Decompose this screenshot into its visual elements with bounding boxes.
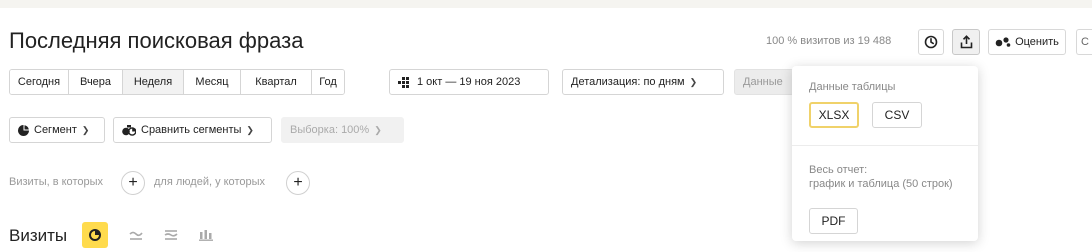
page-title: Последняя поисковая фраза	[9, 28, 304, 53]
sample-label: Выборка: 100%	[290, 124, 370, 136]
full-report-title: Весь отчет:	[809, 164, 868, 176]
chevron-down-icon: ❯	[374, 124, 382, 135]
period-year[interactable]: Год	[311, 70, 344, 94]
export-popup: Данные таблицы XLSX CSV Весь отчет: граф…	[792, 66, 978, 241]
rate-button[interactable]: Оценить	[988, 29, 1066, 55]
plus-icon: +	[128, 174, 138, 191]
compare-icon	[122, 124, 136, 136]
data-button-label: Данные	[743, 76, 783, 88]
view-line-button[interactable]	[123, 222, 149, 248]
period-week[interactable]: Неделя	[122, 70, 183, 94]
top-strip	[0, 0, 1092, 8]
segment-icon	[18, 124, 29, 136]
export-xlsx-button[interactable]: XLSX	[809, 102, 859, 128]
add-people-condition-button[interactable]: +	[286, 171, 310, 195]
period-month[interactable]: Месяц	[183, 70, 240, 94]
date-range-label: 1 окт — 19 ноя 2023	[417, 76, 521, 88]
detail-dropdown[interactable]: Детализация: по дням ❯	[562, 69, 724, 95]
period-selector: Сегодня Вчера Неделя Месяц Квартал Год	[9, 69, 345, 95]
line-chart-icon	[129, 231, 143, 240]
plus-icon: +	[293, 174, 303, 191]
period-quarter[interactable]: Квартал	[240, 70, 311, 94]
export-button[interactable]	[952, 29, 980, 55]
clock-icon	[924, 35, 938, 49]
report-page: Последняя поисковая фраза 100 % визитов …	[0, 0, 1092, 252]
table-data-title: Данные таблицы	[809, 81, 896, 93]
more-toolbar-button[interactable]: С	[1076, 29, 1092, 55]
data-button[interactable]: Данные	[734, 69, 794, 95]
compare-label: Сравнить сегменты	[141, 124, 242, 136]
view-area-button[interactable]	[158, 222, 184, 248]
bar-chart-icon	[199, 230, 213, 241]
people-filter-label: для людей, у которых	[154, 176, 265, 188]
view-bar-button[interactable]	[193, 222, 219, 248]
more-toolbar-label: С	[1081, 36, 1089, 48]
period-yesterday[interactable]: Вчера	[68, 70, 122, 94]
detail-label: Детализация: по дням	[571, 76, 685, 88]
date-range-button[interactable]: 1 окт — 19 ноя 2023	[389, 69, 549, 95]
view-pie-button[interactable]	[82, 222, 108, 248]
rate-label: Оценить	[1015, 36, 1059, 48]
export-csv-button[interactable]: CSV	[872, 102, 922, 128]
sample-dropdown[interactable]: Выборка: 100% ❯	[281, 117, 404, 143]
chevron-down-icon: ❯	[246, 124, 254, 135]
visits-heading: Визиты	[9, 226, 68, 245]
export-pdf-button[interactable]: PDF	[809, 208, 858, 234]
rate-icon	[995, 37, 1011, 47]
full-report-subtitle: график и таблица (50 строк)	[809, 178, 953, 190]
segment-dropdown[interactable]: Сегмент ❯	[9, 117, 105, 143]
pie-chart-icon	[89, 229, 101, 241]
area-chart-icon	[164, 230, 178, 240]
chevron-down-icon: ❯	[689, 76, 698, 87]
visits-filter-label: Визиты, в которых	[9, 176, 103, 188]
chevron-down-icon: ❯	[81, 124, 90, 135]
visits-stats: 100 % визитов из 19 488	[766, 35, 892, 47]
period-today[interactable]: Сегодня	[10, 70, 68, 94]
add-visit-condition-button[interactable]: +	[121, 171, 145, 195]
popup-divider	[792, 145, 978, 146]
history-button[interactable]	[918, 29, 944, 55]
full-report-text: Весь отчет: график и таблица (50 строк)	[809, 163, 953, 191]
segment-label: Сегмент	[34, 124, 77, 136]
export-icon	[960, 35, 972, 49]
calendar-icon	[398, 76, 409, 88]
compare-segments-dropdown[interactable]: Сравнить сегменты ❯	[113, 117, 272, 143]
